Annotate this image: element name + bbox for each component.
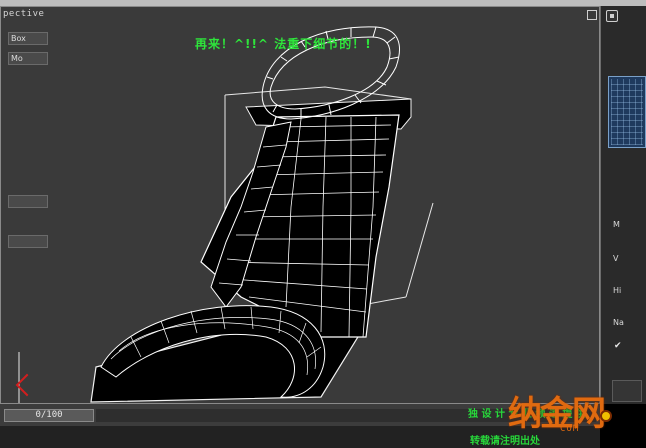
modifier-list-dropdown[interactable]: Mo bbox=[8, 52, 48, 65]
viewport-caption: 再来！^!!^ 法重下细节的！! bbox=[195, 37, 372, 51]
sandal-wireframe-mesh bbox=[18, 26, 434, 403]
create-panel-icon[interactable] bbox=[606, 10, 618, 22]
3dsmax-window: pective 再来！^!!^ 法重下细节的！! Box Mo M V Hi N… bbox=[0, 0, 646, 448]
panel-label-m: M bbox=[613, 220, 620, 229]
panel-button-1[interactable] bbox=[8, 195, 48, 208]
panel-label-na: Na bbox=[613, 318, 624, 327]
object-type-button[interactable]: Box bbox=[8, 32, 48, 45]
site-logo: 纳金网 bbox=[508, 394, 606, 434]
modifier-stack-preview[interactable] bbox=[608, 76, 646, 148]
panel-button-2[interactable] bbox=[8, 235, 48, 248]
command-panel bbox=[600, 6, 646, 404]
preview-grid bbox=[611, 79, 643, 145]
panel-label-v: V bbox=[613, 254, 619, 263]
site-logo-sub: COM bbox=[560, 424, 580, 434]
panel-scroll-area[interactable] bbox=[612, 380, 642, 402]
logo-dot-icon bbox=[600, 410, 612, 422]
time-slider[interactable]: 0/100 bbox=[4, 409, 94, 422]
panel-label-hi: Hi bbox=[613, 286, 622, 295]
perspective-viewport[interactable]: pective 再来！^!!^ 法重下细节的！! bbox=[0, 6, 600, 404]
panel-checkbox[interactable]: ✔ bbox=[614, 342, 623, 351]
